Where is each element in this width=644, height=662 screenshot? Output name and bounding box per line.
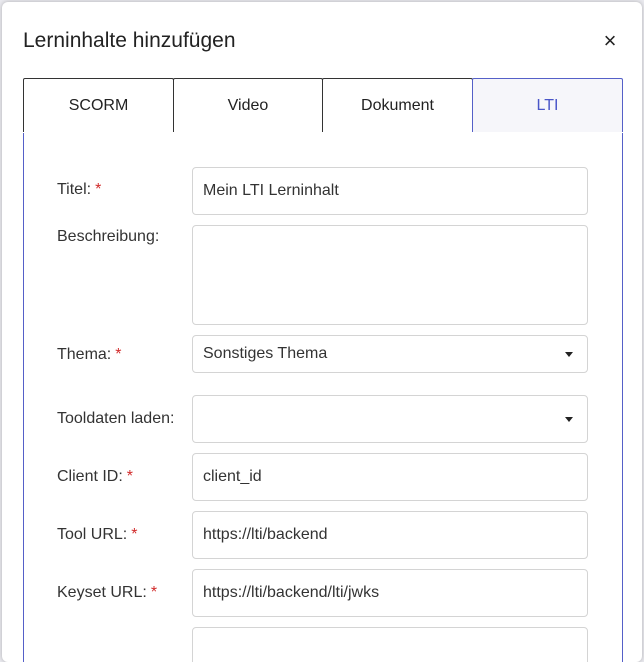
keyset-url-input[interactable]: https://lti/backend/lti/jwks (192, 569, 588, 617)
tab-video[interactable]: Video (173, 78, 323, 132)
topic-label: Thema: * (57, 346, 122, 363)
topic-select[interactable]: Sonstiges Thema (192, 335, 588, 373)
dialog-title: Lerninhalte hinzufügen (23, 29, 236, 52)
client-id-input[interactable]: client_id (192, 453, 588, 501)
description-textarea[interactable] (192, 225, 588, 325)
tool-url-label: Tool URL: * (57, 526, 138, 543)
description-label: Beschreibung: (57, 228, 160, 245)
title-input[interactable]: Mein LTI Lerninhalt (192, 167, 588, 215)
close-icon[interactable]: × (598, 28, 622, 54)
required-marker: * (150, 584, 158, 601)
tab-lti[interactable]: LTI (472, 78, 623, 132)
caret-down-icon (565, 351, 573, 357)
required-marker: * (131, 526, 138, 543)
required-marker: * (115, 346, 122, 363)
add-learning-content-dialog: Lerninhalte hinzufügen × SCORM Video Dok… (2, 2, 642, 662)
tool-url-input[interactable]: https://lti/backend (192, 511, 588, 559)
tool-data-label: Tooldaten laden: (57, 410, 175, 427)
topic-select-value: Sonstiges Thema (203, 345, 328, 362)
client-id-label: Client ID: * (57, 468, 134, 485)
keyset-url-label: Keyset URL: * (57, 584, 158, 601)
required-marker: * (95, 181, 102, 198)
caret-down-icon (565, 416, 573, 422)
tab-dokument[interactable]: Dokument (322, 78, 473, 132)
title-label: Titel: * (57, 181, 102, 198)
content-type-tabs: SCORM Video Dokument LTI (23, 78, 623, 134)
tab-scorm[interactable]: SCORM (23, 78, 174, 132)
lti-form-panel: Titel: * Mein LTI Lerninhalt Beschreibung… (23, 133, 623, 662)
tool-data-select[interactable] (192, 395, 588, 443)
required-marker: * (126, 468, 134, 485)
